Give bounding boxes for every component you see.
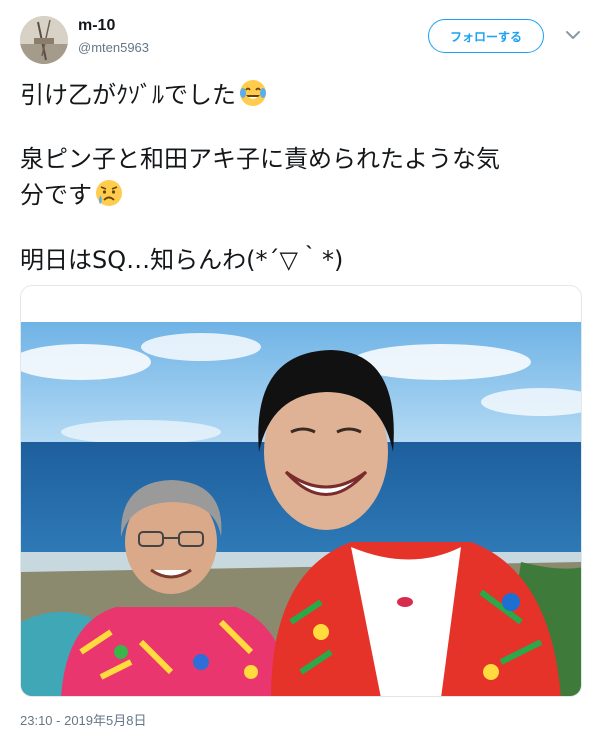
tweet-text-3: 分です bbox=[20, 181, 92, 209]
tweet-text-1: 引け乙がｸｿﾞﾙでした bbox=[20, 81, 236, 109]
sad-but-relieved-face-icon bbox=[96, 180, 122, 206]
tweet-text-line-2: 泉ピン子と和田アキ子に責められたような気 bbox=[20, 145, 500, 173]
follow-button[interactable]: フォローする bbox=[428, 19, 544, 53]
avatar-image bbox=[20, 16, 68, 64]
tweet-text-line-1: 引け乙がｸｿﾞﾙでした bbox=[20, 77, 268, 113]
tweet-timestamp[interactable]: 23:10 - 2019年5月8日 bbox=[20, 710, 146, 729]
face-with-tears-of-joy-icon bbox=[240, 80, 266, 106]
user-handle[interactable]: @mten5963 bbox=[78, 40, 149, 55]
tweet-text-line-3: 分です bbox=[20, 177, 124, 213]
chevron-down-icon[interactable] bbox=[562, 24, 584, 46]
display-name[interactable]: m-10 bbox=[78, 17, 115, 35]
avatar[interactable] bbox=[20, 16, 68, 64]
tweet-photo[interactable] bbox=[21, 322, 582, 697]
tweet-text-line-4: 明日はSQ…知らんわ(*´▽｀*) bbox=[20, 246, 344, 274]
tweet-media-card[interactable] bbox=[20, 285, 582, 697]
